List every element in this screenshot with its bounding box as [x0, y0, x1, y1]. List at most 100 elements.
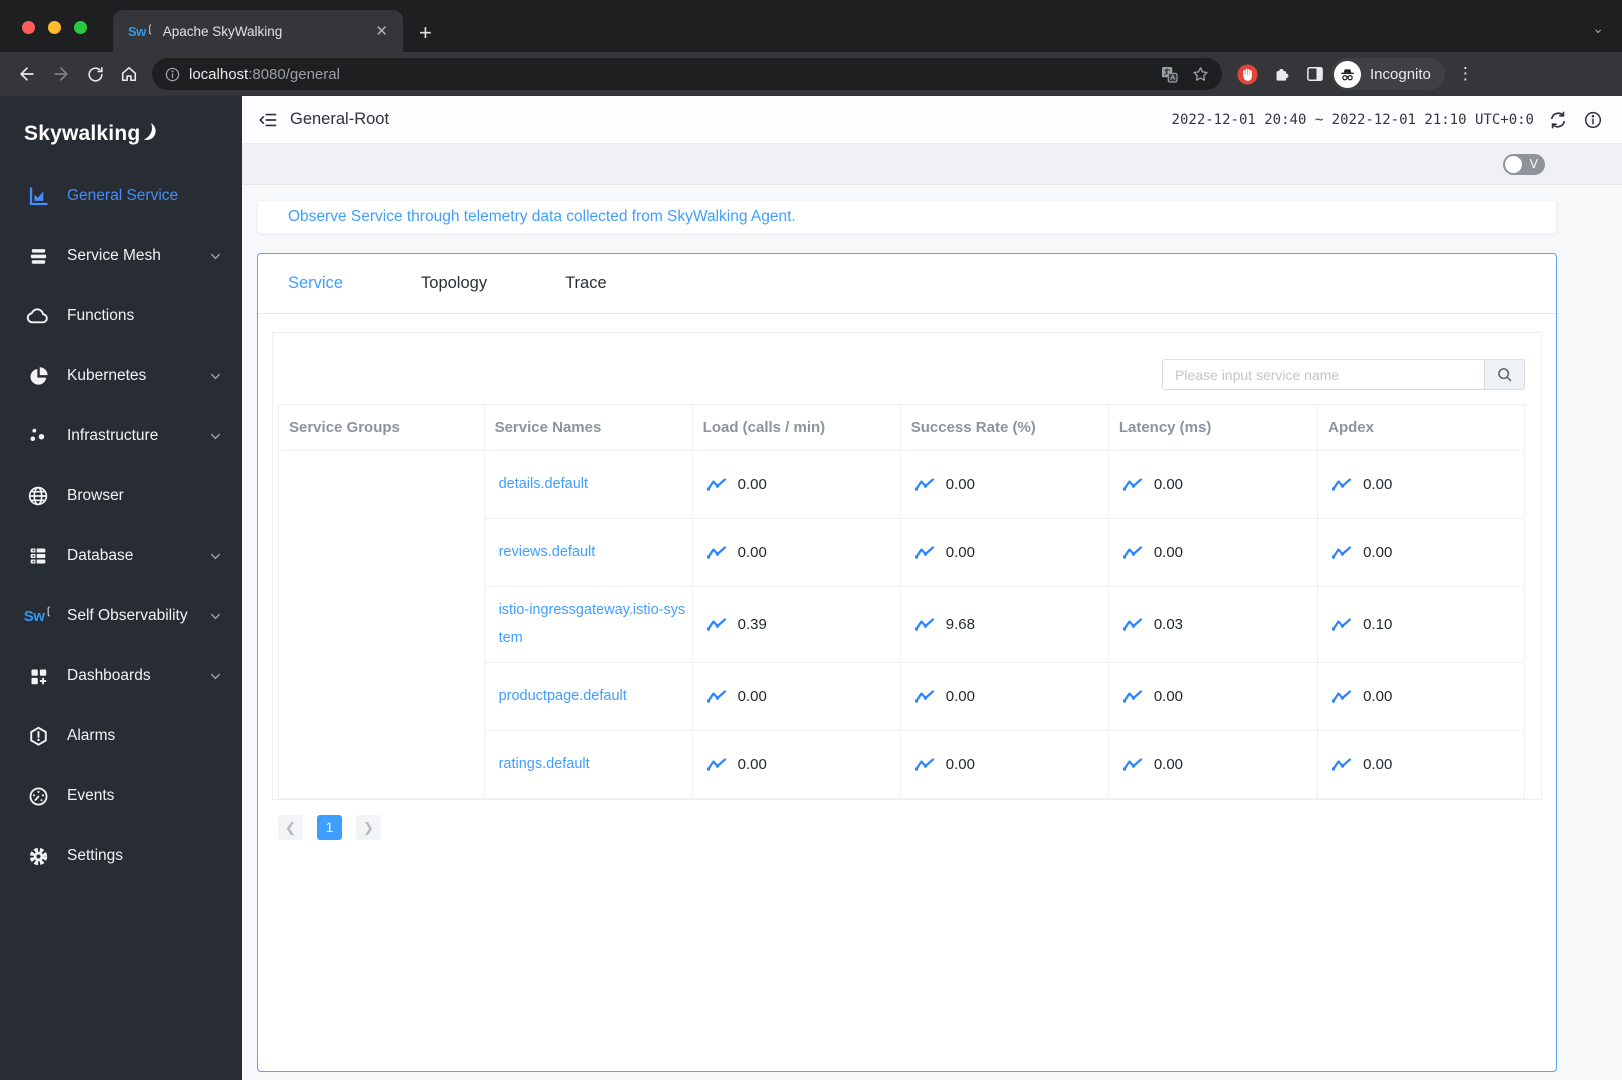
sparkline-icon [706, 689, 727, 704]
skywalking-favicon: Sw❲ [128, 23, 154, 39]
sidebar-item-database[interactable]: Database [0, 526, 242, 586]
sidebar-item-self-observability[interactable]: Sw ❲ Self Observability [0, 586, 242, 646]
sidebar-item-alarms[interactable]: Alarms [0, 706, 242, 766]
forward-icon[interactable] [44, 57, 78, 91]
metric-value: 0.00 [737, 476, 767, 493]
metric-value: 0.00 [1363, 476, 1393, 493]
tab-close-icon[interactable]: ✕ [372, 22, 391, 40]
search-button[interactable] [1484, 359, 1525, 390]
sparkline-icon [1332, 757, 1352, 772]
sparkline-icon [706, 757, 727, 772]
grid-plus-icon [26, 664, 50, 688]
sparkline-icon [1332, 545, 1352, 560]
metric-value: 0.00 [1363, 756, 1393, 774]
info-icon[interactable] [1582, 109, 1604, 131]
chevron-down-icon [209, 670, 222, 683]
service-link[interactable]: reviews.default [499, 544, 596, 560]
search-icon [1496, 366, 1513, 383]
tabstrip-chevron-icon[interactable]: ⌄ [1592, 20, 1604, 37]
sidebar-item-infrastructure[interactable]: Infrastructure [0, 406, 242, 466]
sidebar-item-general-service[interactable]: General Service [0, 166, 242, 226]
page-number-button[interactable]: 1 [317, 815, 342, 841]
sidebar-item-settings[interactable]: Settings [0, 826, 242, 886]
pagination: ❮ 1 ❯ [278, 815, 1556, 841]
sidebar-item-label: Self Observability [67, 607, 188, 624]
service-list-panel: Service Groups Service Names Load (calls… [272, 332, 1542, 801]
prev-page-icon[interactable]: ❮ [278, 815, 303, 841]
site-info-icon[interactable] [164, 66, 181, 83]
sparkline-icon [914, 617, 935, 632]
service-link[interactable]: productpage.default [499, 688, 627, 704]
content-area: Observe Service through telemetry data c… [242, 185, 1622, 1080]
sparkline-icon [1122, 757, 1143, 772]
url-address-bar[interactable]: localhost:8080/general [152, 58, 1222, 90]
sparkline-icon [914, 757, 935, 772]
metric-value: 0.00 [1153, 688, 1184, 706]
col-success-rate: Success Rate (%) [899, 404, 1109, 451]
search-row [278, 359, 1525, 390]
table-header-row: Service Groups Service Names Load (calls… [278, 404, 1525, 451]
version-toggle[interactable]: V [1503, 153, 1545, 175]
sidebar-item-functions[interactable]: Functions [0, 286, 242, 346]
side-panel-icon[interactable] [1305, 64, 1325, 84]
sidebar-item-label: General Service [67, 187, 179, 204]
sidebar-item-browser[interactable]: Browser [0, 466, 242, 526]
sparkline-icon [1332, 617, 1352, 632]
col-service-names: Service Names [483, 404, 693, 451]
incognito-badge[interactable]: Incognito [1331, 58, 1445, 90]
sw-logo-icon: Sw ❲ [23, 605, 53, 625]
reload-icon[interactable] [78, 57, 112, 91]
back-icon[interactable] [10, 57, 44, 91]
extensions-puzzle-icon[interactable] [1272, 64, 1292, 84]
metric-value: 0.00 [945, 688, 975, 706]
home-icon[interactable] [112, 57, 146, 91]
sparkline-icon [1122, 689, 1143, 704]
browser-tab[interactable]: Sw❲ Apache SkyWalking ✕ [113, 10, 403, 52]
tab-title: Apache SkyWalking [162, 23, 283, 39]
window-controls[interactable] [22, 21, 87, 34]
time-range-picker[interactable]: 2022-12-01 20:40 ~ 2022-12-01 21:10 UTC+… [1172, 112, 1534, 128]
tab-trace[interactable]: Trace [565, 274, 607, 293]
dashboard-tabs: Service Topology Trace [258, 254, 1556, 314]
pie-chart-icon [26, 364, 50, 388]
metric-value: 0.03 [1153, 616, 1184, 634]
service-link[interactable]: istio-ingressgateway.istio-system [499, 602, 686, 646]
col-load: Load (calls / min) [691, 404, 901, 451]
fold-menu-icon[interactable] [254, 106, 282, 134]
translate-icon[interactable] [1160, 65, 1179, 84]
new-tab-icon[interactable]: + [419, 22, 432, 44]
service-link[interactable]: ratings.default [499, 756, 590, 772]
logo-crescent-icon [144, 123, 157, 140]
skywalking-logo: Skywalking [0, 96, 242, 150]
window-minimize-button[interactable] [48, 21, 61, 34]
col-apdex: Apdex [1317, 404, 1525, 451]
sidebar-item-events[interactable]: Events [0, 766, 242, 826]
search-input[interactable] [1162, 359, 1484, 390]
server-icon [26, 544, 50, 568]
toggle-label: V [1529, 156, 1538, 171]
page-title: General-Root [290, 110, 390, 128]
sidebar-item-service-mesh[interactable]: Service Mesh [0, 226, 242, 286]
window-zoom-button[interactable] [74, 21, 87, 34]
browser-toolbar: localhost:8080/general Incognito ⋮ [0, 52, 1622, 96]
service-link[interactable]: details.default [499, 476, 588, 492]
menu-kebab-icon[interactable]: ⋮ [1457, 64, 1474, 84]
globe-icon [26, 484, 50, 508]
tab-topology[interactable]: Topology [421, 274, 487, 293]
window-close-button[interactable] [22, 21, 35, 34]
next-page-icon[interactable]: ❯ [356, 815, 381, 841]
sidebar: Skywalking General Service Service Mesh [0, 96, 242, 1080]
metric-value: 0.00 [737, 544, 767, 561]
adblock-hand-icon[interactable] [1236, 63, 1259, 86]
sidebar-item-kubernetes[interactable]: Kubernetes [0, 346, 242, 406]
tab-service[interactable]: Service [288, 274, 343, 293]
col-latency: Latency (ms) [1107, 404, 1319, 451]
incognito-icon [1334, 60, 1361, 88]
service-group-cell [278, 449, 485, 800]
sidebar-item-dashboards[interactable]: Dashboards [0, 646, 242, 706]
bookmark-star-icon[interactable] [1191, 65, 1210, 84]
auto-refresh-icon[interactable] [1547, 109, 1569, 131]
cloud-icon [26, 304, 50, 328]
metric-value: 0.00 [1153, 476, 1184, 493]
metric-value: 0.00 [737, 688, 767, 706]
